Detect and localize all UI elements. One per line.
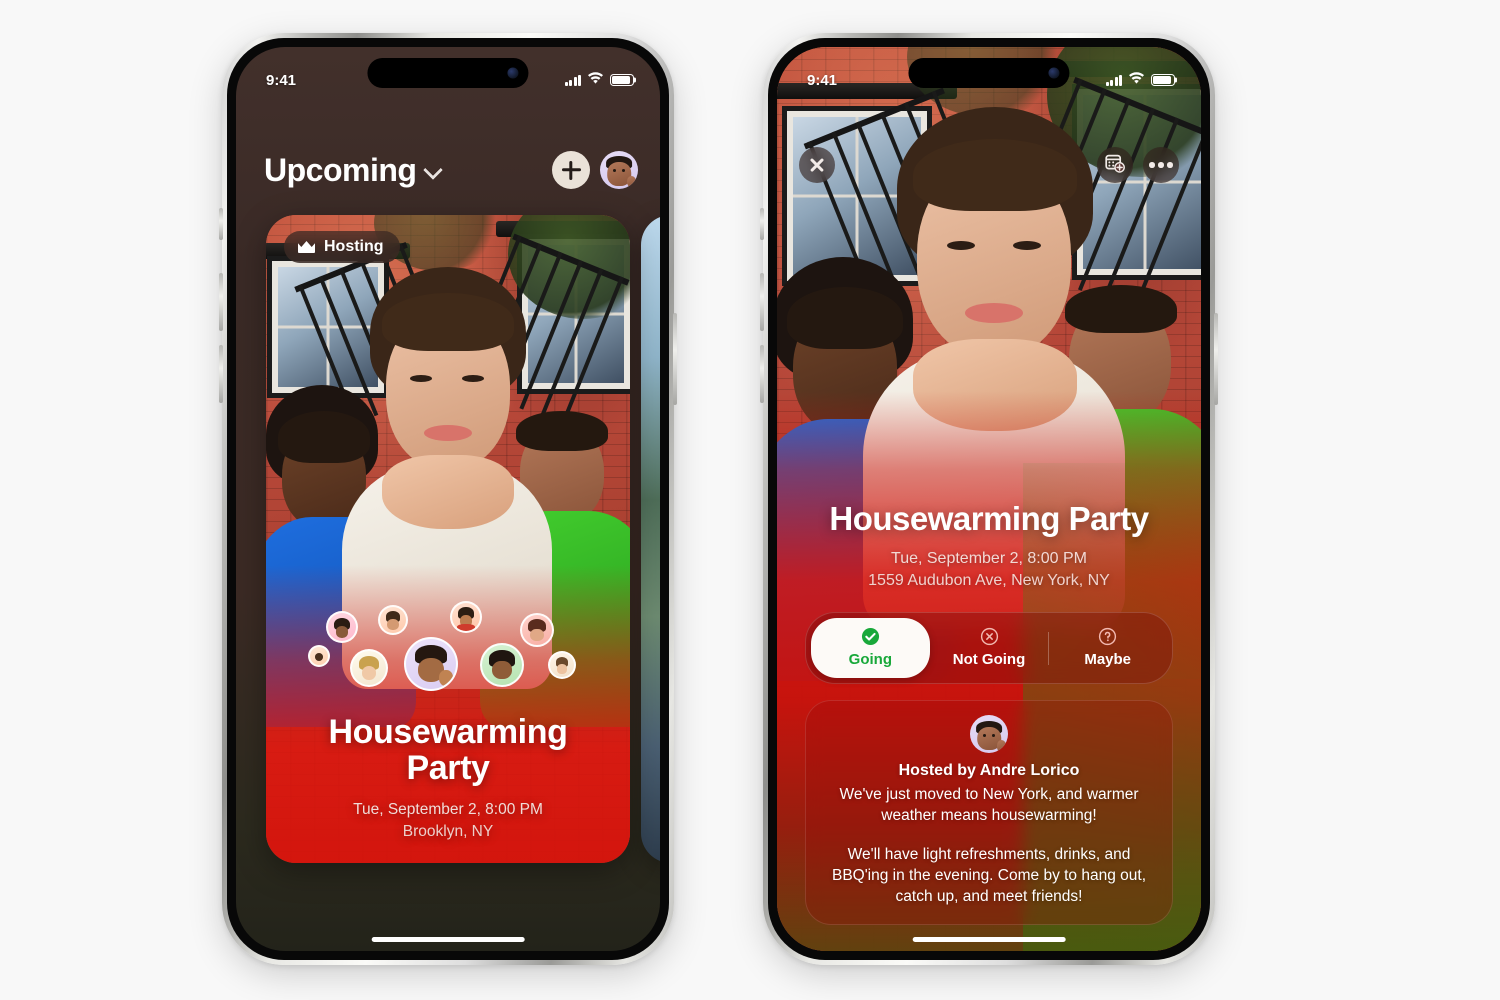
- event-card[interactable]: Hosting Housewarming Party Tue, Septembe…: [266, 215, 630, 863]
- hosting-badge-label: Hosting: [324, 238, 384, 255]
- detail-nav-actions: [1097, 147, 1179, 183]
- person-eye-right: [1013, 241, 1041, 250]
- left-phone-bezel: 9:41 Upcoming Hosting Housewarming Party…: [227, 38, 669, 960]
- event-detail-content: Housewarming Party Tue, September 2, 8:0…: [777, 500, 1201, 951]
- memoji-thumbs-up: [626, 176, 637, 188]
- host-description-2: We'll have light refreshments, drinks, a…: [831, 846, 1147, 906]
- rsvp-segmented-control: Going Not Going Maybe: [805, 612, 1173, 685]
- person-lips: [424, 425, 472, 441]
- add-event-button[interactable]: [552, 151, 590, 189]
- left-phone-device: 9:41 Upcoming Hosting Housewarming Party…: [219, 33, 677, 965]
- person-eye-left: [410, 375, 432, 382]
- attendee-avatar: [326, 611, 358, 643]
- rsvp-going-label: Going: [848, 651, 892, 669]
- event-card-title-line2: Party: [406, 749, 490, 788]
- rsvp-not-going-label: Not Going: [952, 651, 1026, 669]
- rsvp-maybe-label: Maybe: [1084, 651, 1132, 669]
- event-title: Housewarming Party: [829, 500, 1149, 538]
- attendee-avatar: [450, 601, 482, 633]
- close-icon: [809, 157, 825, 173]
- attendee-avatar-host: [404, 637, 458, 691]
- person-hands: [382, 455, 514, 529]
- status-time: 9:41: [266, 71, 297, 89]
- screenshot-stage: 9:41 Upcoming Hosting Housewarming Party…: [0, 0, 1500, 1000]
- status-indicators: [1105, 71, 1175, 89]
- rsvp-option-maybe[interactable]: Maybe: [1048, 618, 1167, 678]
- page-title: Upcoming: [264, 151, 417, 188]
- calendar-add-icon: [1105, 153, 1125, 178]
- right-phone-device: 9:41 Housewarming Party Tue, September 2…: [760, 33, 1218, 965]
- mute-switch[interactable]: [219, 208, 223, 240]
- volume-down-button[interactable]: [760, 345, 764, 403]
- left-phone-screen: 9:41 Upcoming Hosting Housewarming Party…: [236, 47, 660, 951]
- more-options-button[interactable]: [1143, 147, 1179, 183]
- left-status-bar: 9:41: [236, 47, 660, 99]
- question-circle-icon: [1098, 627, 1117, 646]
- volume-up-button[interactable]: [219, 273, 223, 331]
- home-indicator[interactable]: [912, 937, 1066, 942]
- profile-avatar[interactable]: [600, 151, 638, 189]
- event-date: Tue, September 2, 8:00 PM: [891, 550, 1087, 568]
- right-status-bar: 9:41: [777, 47, 1201, 99]
- status-indicators: [564, 71, 634, 89]
- plus-icon: [562, 161, 581, 180]
- host-description: We've just moved to New York, and warmer…: [839, 786, 1139, 825]
- memoji-thumbs-up: [996, 740, 1007, 752]
- mute-switch[interactable]: [760, 208, 764, 240]
- battery-icon: [610, 74, 634, 86]
- x-circle-icon: [980, 627, 999, 646]
- host-name: Hosted by Andre Lorico: [898, 762, 1080, 780]
- check-circle-icon: [861, 627, 880, 646]
- event-card-date: Tue, September 2, 8:00 PM: [353, 801, 543, 818]
- ellipsis-icon: [1149, 162, 1173, 168]
- volume-up-button[interactable]: [760, 273, 764, 331]
- signal-bars-icon: [1105, 74, 1122, 86]
- attendee-avatar: [548, 651, 576, 679]
- right-phone-screen: 9:41 Housewarming Party Tue, September 2…: [777, 47, 1201, 951]
- memoji-eye-left: [982, 733, 986, 737]
- attendee-avatar: [378, 605, 408, 635]
- attendee-avatar: [350, 649, 388, 687]
- crown-icon: [297, 240, 316, 254]
- host-avatar[interactable]: [970, 715, 1008, 754]
- volume-down-button[interactable]: [219, 345, 223, 403]
- attendee-avatar-cluster[interactable]: [304, 601, 594, 691]
- left-nav-bar: Upcoming: [236, 151, 660, 189]
- attendee-avatar: [480, 643, 524, 687]
- upcoming-filter-button[interactable]: Upcoming: [264, 152, 441, 189]
- home-indicator[interactable]: [371, 937, 525, 942]
- power-button[interactable]: [1214, 313, 1218, 405]
- close-button[interactable]: [799, 147, 835, 183]
- event-card-text: Housewarming Party Tue, September 2, 8:0…: [266, 712, 630, 841]
- event-card-location: Brooklyn, NY: [402, 823, 494, 840]
- event-address: 1559 Audubon Ave, New York, NY: [868, 572, 1110, 590]
- person-eye-left: [947, 241, 975, 250]
- nav-actions: [552, 151, 638, 189]
- power-button[interactable]: [673, 313, 677, 405]
- wifi-icon: [587, 71, 604, 89]
- add-to-calendar-button[interactable]: [1097, 147, 1133, 183]
- chevron-down-icon: [425, 162, 441, 178]
- host-info-card: Hosted by Andre Lorico We've just moved …: [805, 700, 1173, 925]
- wifi-icon: [1128, 71, 1145, 89]
- signal-bars-icon: [564, 74, 581, 86]
- person-bangs: [382, 293, 514, 351]
- memoji-eye-right: [992, 733, 996, 737]
- next-event-card-peek[interactable]: [641, 215, 660, 863]
- person-lips: [965, 303, 1023, 323]
- rsvp-option-not-going[interactable]: Not Going: [930, 618, 1049, 678]
- attendee-avatar: [308, 645, 330, 667]
- event-card-title-line1: Housewarming: [328, 712, 568, 751]
- attendee-avatar: [520, 613, 554, 647]
- status-time: 9:41: [807, 71, 838, 89]
- hosting-badge: Hosting: [284, 231, 400, 263]
- person-eye-right: [462, 375, 484, 382]
- battery-icon: [1151, 74, 1175, 86]
- detail-nav-bar: [777, 147, 1201, 183]
- rsvp-option-going[interactable]: Going: [811, 618, 930, 679]
- right-phone-bezel: 9:41 Housewarming Party Tue, September 2…: [768, 38, 1210, 960]
